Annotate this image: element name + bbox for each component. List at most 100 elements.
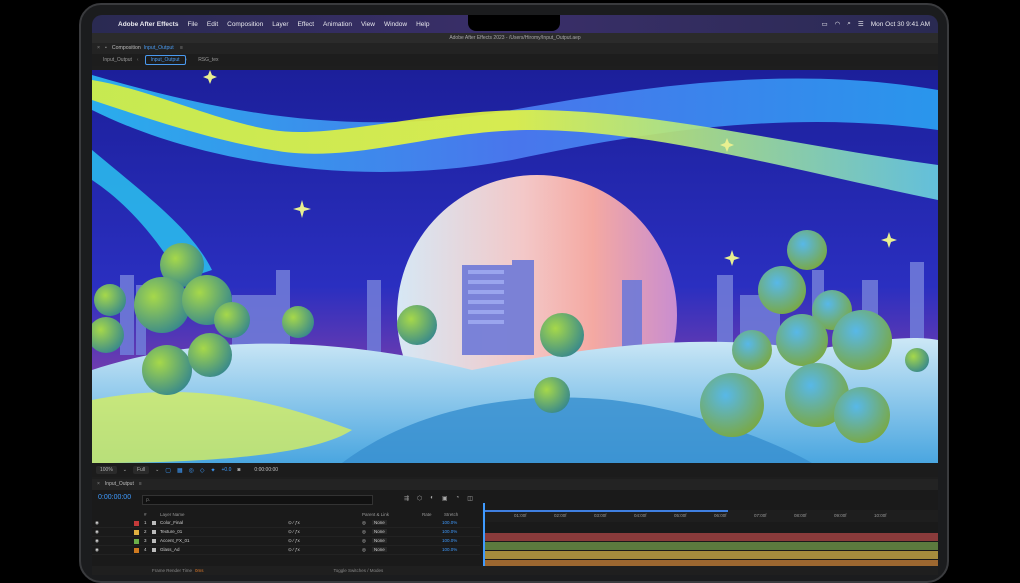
switches-icon[interactable]: ⊙ ∕ ƒx — [288, 547, 300, 553]
timeline-comp-name[interactable]: Input_Output — [105, 479, 134, 490]
render-time-label: Frame Render Time — [152, 568, 193, 573]
panel-menu-icon[interactable]: ≡ — [139, 479, 142, 490]
toggle-switches-button[interactable]: Toggle Switches / Modes — [334, 568, 384, 573]
resolution-dropdown[interactable]: Full — [133, 466, 150, 474]
col-parent: Parent & Link — [362, 512, 390, 517]
menu-app-name[interactable]: Adobe After Effects — [118, 21, 178, 28]
visibility-eye-icon[interactable]: ◉ — [95, 520, 99, 526]
switches-icon[interactable]: ⊙ ∕ ƒx — [288, 520, 300, 526]
frame-blending-icon[interactable]: ▣ — [442, 495, 448, 502]
menu-effect[interactable]: Effect — [298, 21, 315, 28]
composition-viewer[interactable] — [92, 70, 938, 463]
timeline-panel: 0:00:00:00 ρ. ⇶ ⬡ ◐ ▣ ◔ ◫ # Layer Name P… — [92, 490, 938, 575]
snapshot-icon[interactable]: ◙ — [237, 467, 240, 473]
wifi-icon[interactable]: ◠ — [835, 20, 841, 28]
ruler-tick: 01:00f — [514, 513, 527, 518]
menu-help[interactable]: Help — [416, 21, 429, 28]
stretch-value[interactable]: 100.0% — [442, 547, 457, 552]
timeline-footer: Frame Render Time 0ms Toggle Switches / … — [92, 566, 938, 575]
layer-row[interactable]: ◉ 4 Glass_Ad ⊙ ∕ ƒx ◎ None 100.0% — [92, 546, 480, 555]
viewer-timecode[interactable]: 0:00:00:00 — [254, 467, 278, 473]
col-num: # — [144, 512, 147, 517]
parent-dropdown[interactable]: None — [372, 520, 387, 525]
layer-track-bar[interactable] — [483, 533, 938, 541]
visibility-eye-icon[interactable]: ◉ — [95, 547, 99, 553]
3d-view-icon[interactable]: ◇ — [200, 467, 205, 474]
tab-rsg-tex[interactable]: RSG_tex — [193, 56, 223, 64]
parent-pickwhip-icon[interactable]: ◎ — [362, 547, 366, 553]
layer-icon — [152, 521, 156, 525]
close-icon[interactable]: × — [97, 479, 100, 490]
parent-dropdown[interactable]: None — [372, 538, 387, 543]
layer-track-bar[interactable] — [483, 551, 938, 559]
search-icon[interactable]: ⌕ — [847, 20, 851, 28]
layer-num: 2 — [144, 529, 147, 534]
switches-icon[interactable]: ⊙ ∕ ƒx — [288, 538, 300, 544]
ruler-tick: 02:00f — [554, 513, 567, 518]
layer-search-input[interactable]: ρ. — [142, 495, 373, 505]
label-color-swatch[interactable] — [134, 529, 139, 535]
menu-file[interactable]: File — [187, 21, 197, 28]
layer-name[interactable]: Texture_01 — [160, 529, 182, 534]
clock[interactable]: Mon Oct 30 9:41 AM — [871, 21, 930, 28]
menu-edit[interactable]: Edit — [207, 21, 218, 28]
layer-name[interactable]: Accent_FX_01 — [160, 538, 190, 543]
layer-name[interactable]: Glass_Ad — [160, 547, 180, 552]
timeline-tools: ⇶ ⬡ ◐ ▣ ◔ ◫ — [404, 495, 473, 502]
work-area-bar[interactable] — [484, 510, 728, 512]
layer-icon — [152, 548, 156, 552]
col-layer-name: Layer Name — [160, 512, 185, 517]
menu-window[interactable]: Window — [384, 21, 407, 28]
visibility-eye-icon[interactable]: ◉ — [95, 538, 99, 544]
battery-icon[interactable]: ▭ — [821, 20, 827, 28]
parent-pickwhip-icon[interactable]: ◎ — [362, 520, 366, 526]
comp-flowchart-icon[interactable]: ⇶ — [404, 495, 409, 502]
stretch-value[interactable]: 100.0% — [442, 538, 457, 543]
menu-layer[interactable]: Layer — [272, 21, 288, 28]
layer-name[interactable]: Color_Final — [160, 520, 183, 525]
stretch-value[interactable]: 100.0% — [442, 529, 457, 534]
menu-animation[interactable]: Animation — [323, 21, 352, 28]
layer-track-bar[interactable] — [483, 542, 938, 550]
layer-row[interactable]: ◉ 1 Color_Final ⊙ ∕ ƒx ◎ None 100.0% — [92, 519, 480, 528]
window-title: Adobe After Effects 2023 - /Users/Hiromy… — [92, 33, 938, 43]
panel-menu-icon[interactable]: ≡ — [180, 43, 183, 54]
graph-editor-icon[interactable]: ◫ — [467, 495, 473, 502]
ruler-tick: 04:00f — [634, 513, 647, 518]
timeline-panel-header: × Input_Output ≡ — [92, 479, 938, 490]
visibility-eye-icon[interactable]: ◉ — [95, 529, 99, 535]
tab-input-output[interactable]: Input_Output — [98, 56, 137, 64]
layer-num: 1 — [144, 520, 147, 525]
motion-blur-icon[interactable]: ◔ — [456, 495, 460, 502]
mask-visibility-icon[interactable]: ◎ — [189, 467, 194, 474]
exposure-icon[interactable]: ✦ — [210, 467, 215, 474]
transparency-grid-icon[interactable]: ▦ — [177, 467, 183, 474]
ruler-tick: 07:00f — [754, 513, 767, 518]
label-color-swatch[interactable] — [134, 538, 139, 544]
lock-icon[interactable]: ▪ — [105, 43, 107, 54]
switches-icon[interactable]: ⊙ ∕ ƒx — [288, 529, 300, 535]
menu-view[interactable]: View — [361, 21, 375, 28]
exposure-value[interactable]: +0.0 — [222, 467, 232, 473]
label-color-swatch[interactable] — [134, 520, 139, 526]
tab-input-output-active[interactable]: Input_Output — [144, 55, 186, 65]
menu-composition[interactable]: Composition — [227, 21, 263, 28]
playhead[interactable] — [483, 503, 485, 573]
zoom-dropdown[interactable]: 100% — [96, 466, 117, 474]
layer-row[interactable]: ◉ 2 Texture_01 ⊙ ∕ ƒx ◎ None 100.0% — [92, 528, 480, 537]
stretch-value[interactable]: 100.0% — [442, 520, 457, 525]
parent-pickwhip-icon[interactable]: ◎ — [362, 538, 366, 544]
shy-icon[interactable]: ◐ — [430, 495, 434, 502]
close-icon[interactable]: × — [97, 43, 100, 54]
parent-pickwhip-icon[interactable]: ◎ — [362, 529, 366, 535]
region-of-interest-icon[interactable]: ▢ — [165, 467, 171, 474]
layer-row[interactable]: ◉ 3 Accent_FX_01 ⊙ ∕ ƒx ◎ None 100.0% — [92, 537, 480, 546]
parent-dropdown[interactable]: None — [372, 529, 387, 534]
control-center-icon[interactable]: ☰ — [858, 20, 864, 28]
draft-3d-icon[interactable]: ⬡ — [417, 495, 422, 502]
screen: Adobe After Effects File Edit Compositio… — [92, 15, 938, 575]
parent-dropdown[interactable]: None — [372, 547, 387, 552]
current-time[interactable]: 0:00:00:00 — [98, 494, 131, 501]
render-time-value: 0ms — [195, 568, 204, 573]
label-color-swatch[interactable] — [134, 547, 139, 553]
